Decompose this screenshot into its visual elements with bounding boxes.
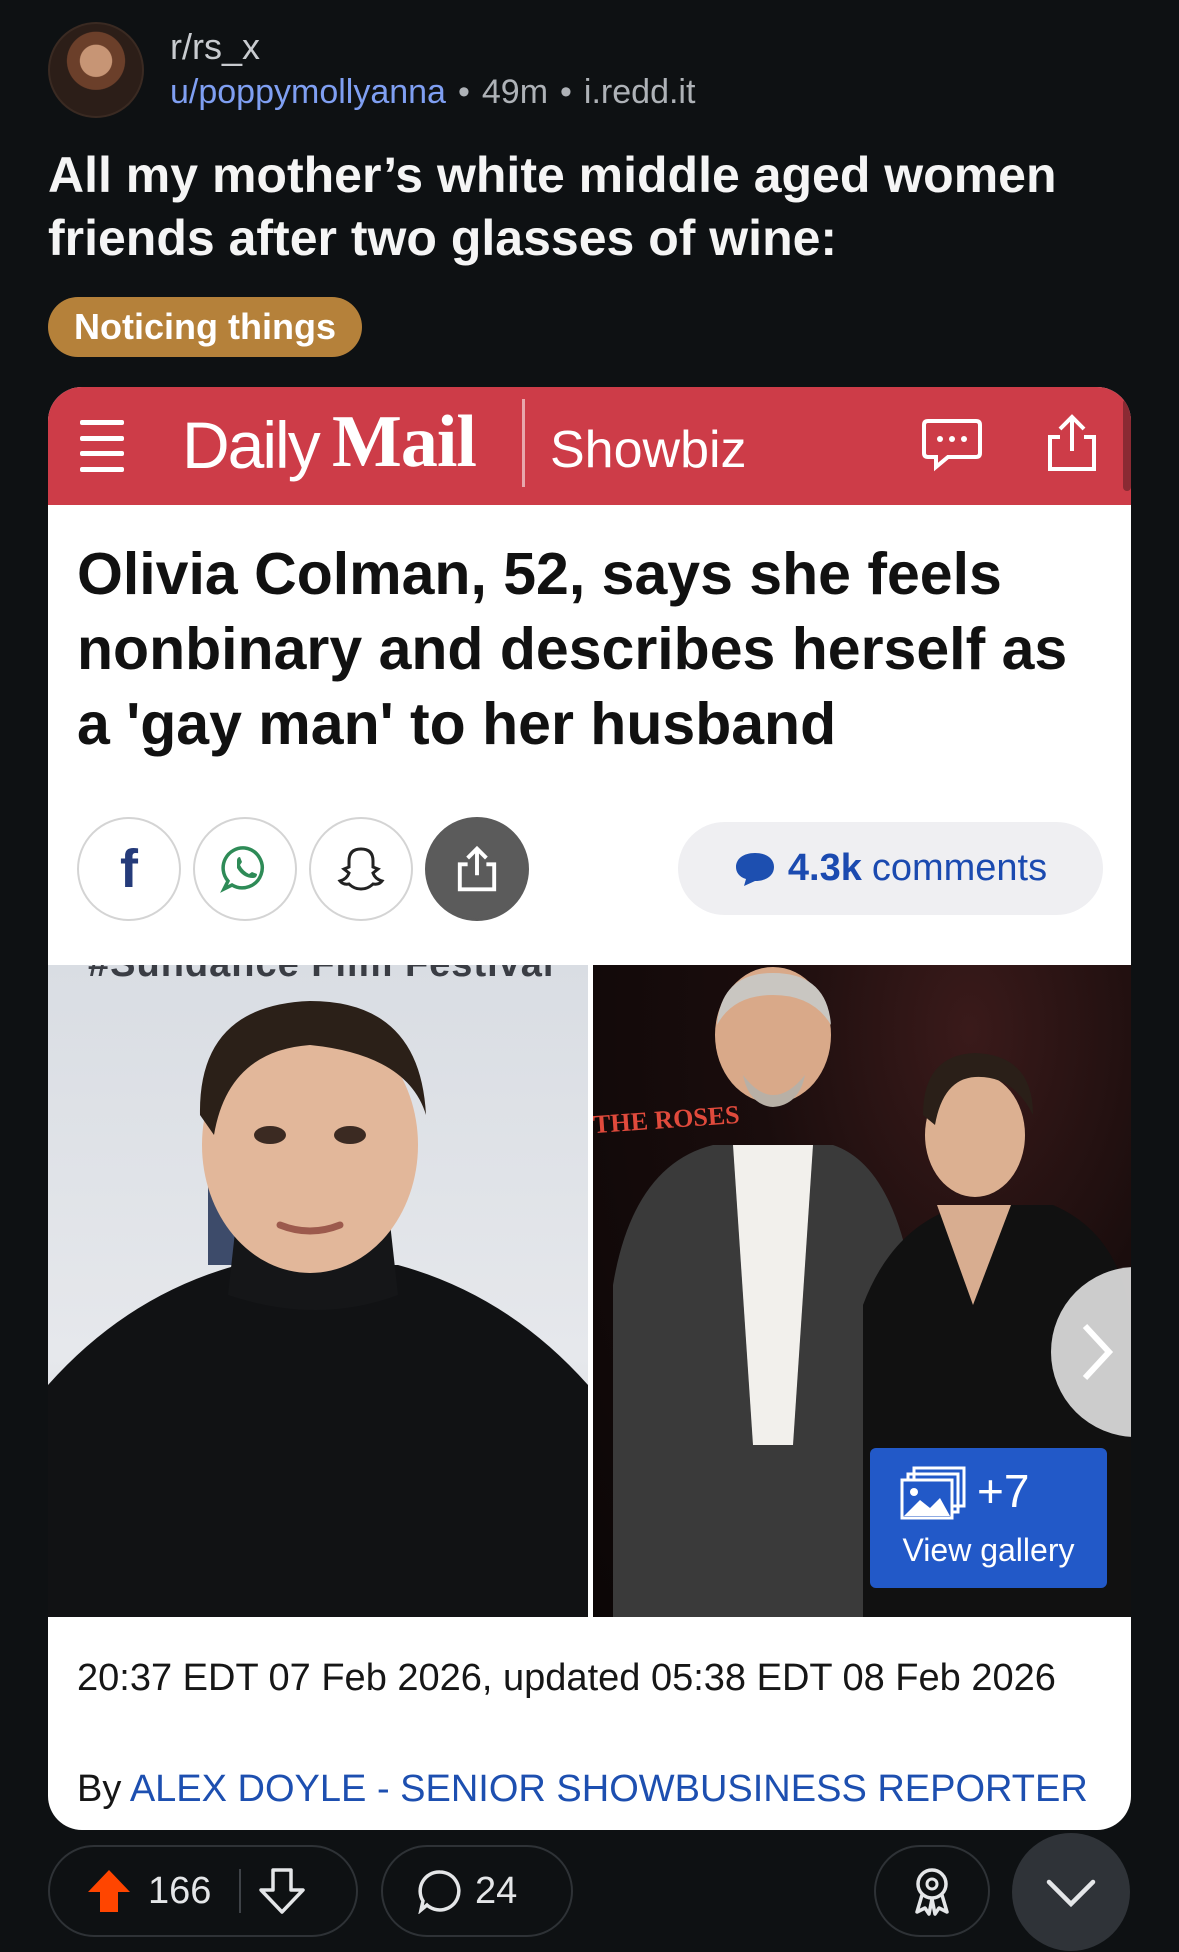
post-action-bar: 166 24 xyxy=(48,1833,1138,1951)
collapse-button[interactable] xyxy=(1012,1833,1130,1951)
dailymail-header: Daily Mail Showbiz xyxy=(48,387,1131,505)
share-icon xyxy=(457,845,497,892)
separator-dot: • xyxy=(457,73,470,111)
downvote-icon[interactable] xyxy=(259,1868,306,1914)
post-domain[interactable]: i.redd.it xyxy=(584,73,696,111)
view-gallery-button: +7 View gallery xyxy=(870,1448,1107,1588)
portrait-illustration xyxy=(48,1001,588,1617)
comment-icon xyxy=(418,1870,461,1914)
comments-count-pill: 4.3k comments xyxy=(678,822,1103,915)
chat-icon xyxy=(922,419,982,472)
article-dateline: 20:37 EDT 07 Feb 2026, updated 05:38 EDT… xyxy=(77,1657,1056,1699)
gallery-icon xyxy=(900,1466,966,1520)
article-headline: Olivia Colman, 52, says she feels nonbin… xyxy=(77,541,1068,757)
post-header: r/rs_x u/poppymollyanna • 49m • i.redd.it xyxy=(48,22,695,118)
subreddit-avatar[interactable] xyxy=(48,22,144,118)
scrollbar xyxy=(1123,399,1131,491)
snapchat-share-button xyxy=(309,817,413,921)
facebook-icon: f xyxy=(120,839,138,899)
post-flair[interactable]: Noticing things xyxy=(48,297,362,357)
subreddit-name[interactable]: r/rs_x xyxy=(170,25,695,69)
brand-daily: Daily xyxy=(182,408,321,482)
comment-count: 24 xyxy=(475,1869,518,1912)
facebook-share-button: f xyxy=(77,817,181,921)
post-image[interactable]: Daily Mail Showbiz Olivia Colman, 52, sa… xyxy=(48,387,1131,1830)
post-title[interactable]: All my mother’s white middle aged women … xyxy=(48,144,1138,270)
comments-count: 4.3k xyxy=(787,847,862,889)
post-age: 49m xyxy=(481,73,549,111)
award-icon xyxy=(915,1868,949,1916)
menu-icon xyxy=(80,420,124,472)
whatsapp-icon xyxy=(220,846,264,893)
vote-divider xyxy=(239,1869,242,1913)
chevron-right-icon xyxy=(1082,1323,1114,1381)
more-share-button xyxy=(425,817,529,921)
share-icon xyxy=(1048,414,1096,471)
byline-author: ALEX DOYLE - SENIOR SHOWBUSINESS REPORTE… xyxy=(129,1768,1088,1810)
gallery-count: +7 xyxy=(977,1465,1030,1517)
award-button[interactable] xyxy=(874,1845,990,1937)
separator-dot: • xyxy=(560,73,572,111)
brand-mail: Mail xyxy=(332,401,477,483)
vote-control: 166 xyxy=(48,1845,358,1937)
comments-label: comments xyxy=(871,847,1048,889)
author-link[interactable]: u/poppymollyanna xyxy=(170,73,446,111)
byline-prefix: By xyxy=(77,1768,122,1810)
upvote-icon[interactable] xyxy=(86,1868,132,1914)
whatsapp-share-button xyxy=(193,817,297,921)
post-byline: u/poppymollyanna • 49m • i.redd.it xyxy=(170,69,695,115)
section-name: Showbiz xyxy=(550,421,747,479)
photo-banner-text: #Sundance Film Festival xyxy=(88,965,554,986)
brand-divider xyxy=(522,399,525,487)
comments-button[interactable]: 24 xyxy=(381,1845,573,1937)
vote-score: 166 xyxy=(148,1869,212,1912)
article-byline: By ALEX DOYLE - SENIOR SHOWBUSINESS REPO… xyxy=(77,1765,1117,1813)
gallery-label: View gallery xyxy=(902,1532,1075,1568)
snapchat-icon xyxy=(337,847,385,891)
post-meta: r/rs_x u/poppymollyanna • 49m • i.redd.it xyxy=(170,25,695,115)
speech-bubble-icon xyxy=(735,852,774,886)
photo-portrait: #Sundance Film Festival xyxy=(48,965,588,1617)
chevron-down-icon xyxy=(1046,1879,1096,1908)
